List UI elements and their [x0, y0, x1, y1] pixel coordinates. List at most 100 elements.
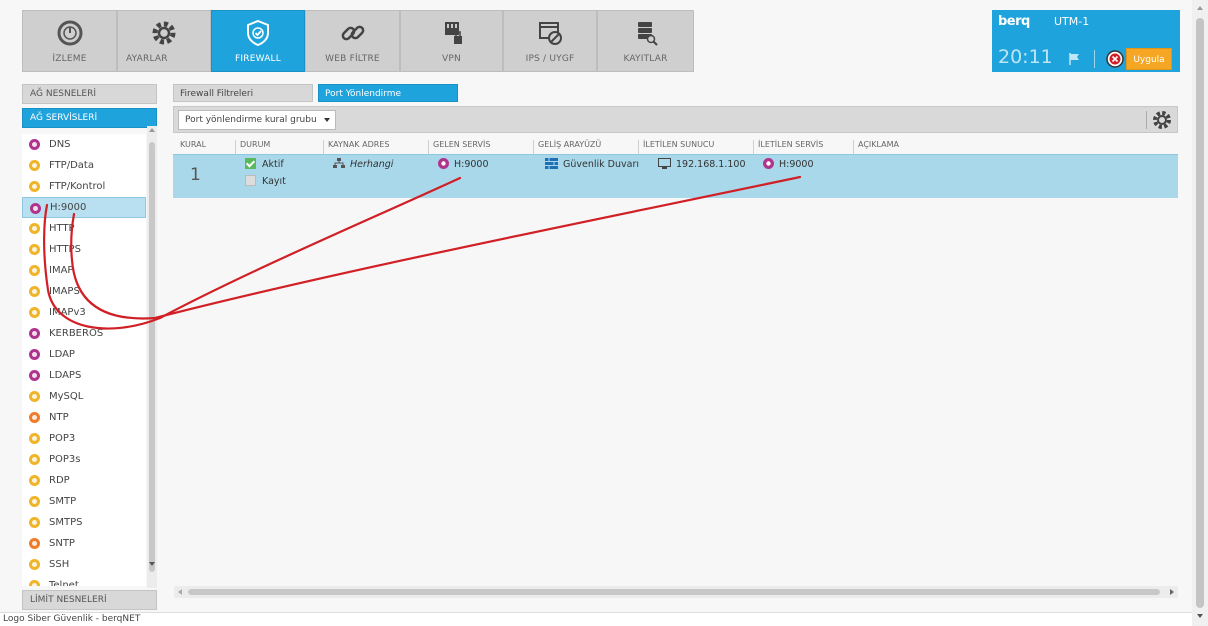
- nav-kayitlar[interactable]: KAYITLAR: [597, 10, 694, 72]
- device-panel: berq UTM-1 20:11 Uygula: [992, 10, 1180, 72]
- service-label: Telnet: [49, 580, 79, 586]
- list-item[interactable]: RDP: [22, 470, 146, 491]
- service-label: IMAP: [49, 265, 74, 276]
- tab-firewall-filters[interactable]: Firewall Filtreleri: [173, 84, 313, 102]
- scroll-down-icon[interactable]: [1197, 614, 1203, 618]
- scroll-thumb[interactable]: [1196, 18, 1204, 608]
- list-item[interactable]: HTTPS: [22, 239, 146, 260]
- col-source[interactable]: KAYNAK ADRES: [323, 140, 389, 154]
- scroll-up-icon[interactable]: [149, 128, 155, 132]
- list-item[interactable]: IMAPv3: [22, 302, 146, 323]
- list-item[interactable]: LDAPS: [22, 365, 146, 386]
- list-item[interactable]: NTP: [22, 407, 146, 428]
- service-icon: [29, 265, 40, 276]
- settings-gear-icon[interactable]: [1151, 109, 1173, 131]
- service-label: H:9000: [50, 202, 87, 213]
- list-item[interactable]: SSH: [22, 554, 146, 575]
- scroll-thumb[interactable]: [188, 589, 1160, 595]
- database-search-icon: [637, 22, 658, 46]
- nav-ips-uygf[interactable]: IPS / UYGF: [503, 10, 597, 72]
- list-item[interactable]: DNS: [22, 134, 146, 155]
- cancel-icon[interactable]: [1106, 50, 1124, 68]
- scroll-thumb[interactable]: [149, 142, 155, 572]
- scroll-right-icon[interactable]: [1170, 589, 1174, 595]
- nav-label: IPS / UYGF: [525, 54, 575, 64]
- col-status[interactable]: DURUM: [235, 140, 270, 154]
- list-item[interactable]: H:9000: [22, 197, 146, 218]
- scroll-up-icon[interactable]: [1197, 6, 1203, 10]
- main-content: Firewall Filtreleri Port Yönlendirme Por…: [170, 84, 1182, 612]
- nav-label: KAYITLAR: [623, 54, 668, 64]
- gauge-icon: [57, 20, 82, 46]
- col-rule[interactable]: KURAL: [180, 140, 206, 149]
- brand-logo: berq: [998, 14, 1030, 29]
- service-icon: [29, 517, 40, 528]
- list-item[interactable]: IMAPS: [22, 281, 146, 302]
- list-item[interactable]: LDAP: [22, 344, 146, 365]
- service-icon: [29, 433, 40, 444]
- tab-port-forwarding[interactable]: Port Yönlendirme: [318, 84, 458, 102]
- device-name: UTM-1: [1054, 15, 1090, 28]
- incoming-service-value: H:9000: [454, 159, 489, 170]
- service-icon: [29, 475, 40, 486]
- rule-group-select[interactable]: Port yönlendirme kural grubu: [178, 110, 336, 130]
- list-item[interactable]: SMTPS: [22, 512, 146, 533]
- service-label: POP3: [49, 433, 76, 444]
- nav-label: AYARLAR: [126, 54, 168, 64]
- nav-vpn[interactable]: VPN: [400, 10, 503, 72]
- nav-izleme[interactable]: İZLEME: [22, 10, 117, 72]
- section-limit-objects[interactable]: LİMİT NESNELERİ: [22, 590, 157, 610]
- service-icon: [29, 244, 40, 255]
- list-item[interactable]: KERBEROS: [22, 323, 146, 344]
- list-item[interactable]: POP3: [22, 428, 146, 449]
- col-incoming-service[interactable]: GELEN SERVİS: [428, 140, 490, 154]
- page-scrollbar[interactable]: [1192, 0, 1208, 626]
- incoming-service-cell: H:9000: [438, 158, 489, 170]
- gear-icon: [152, 21, 176, 45]
- service-label: SMTPS: [49, 517, 83, 528]
- clock: 20:11: [998, 46, 1053, 68]
- col-forwarded-service[interactable]: İLETİLEN SERVİS: [753, 140, 823, 154]
- table-row[interactable]: 1 Aktif Kayıt Herhangi H:9000 Güvenlik D…: [173, 154, 1178, 198]
- list-item[interactable]: HTTP: [22, 218, 146, 239]
- nav-label: İZLEME: [52, 54, 87, 64]
- list-item[interactable]: FTP/Data: [22, 155, 146, 176]
- link-icon: [341, 25, 364, 41]
- status-bar: Logo Siber Güvenlik - berqNET: [0, 612, 1192, 626]
- chevron-down-icon: [324, 118, 330, 122]
- log-edit-icon[interactable]: [245, 175, 256, 186]
- col-server[interactable]: İLETİLEN SUNUCU: [638, 140, 714, 154]
- service-label: FTP/Kontrol: [49, 181, 106, 192]
- list-item[interactable]: Telnet: [22, 575, 146, 586]
- list-item[interactable]: MySQL: [22, 386, 146, 407]
- list-item[interactable]: IMAP: [22, 260, 146, 281]
- nav-firewall[interactable]: FIREWALL: [211, 10, 305, 72]
- horizontal-scrollbar[interactable]: [174, 586, 1178, 598]
- app-window: İZLEME AYARLAR FIREWALL WEB FİLTRE VPN I…: [0, 0, 1208, 626]
- service-list-scrollbar[interactable]: [147, 126, 157, 588]
- service-label: MySQL: [49, 391, 84, 402]
- col-description[interactable]: AÇIKLAMA: [853, 140, 899, 154]
- list-item[interactable]: SNTP: [22, 533, 146, 554]
- nav-ayarlar[interactable]: AYARLAR: [117, 10, 211, 72]
- list-item[interactable]: POP3s: [22, 449, 146, 470]
- nav-web-filtre[interactable]: WEB FİLTRE: [305, 10, 400, 72]
- window-block-icon: [539, 22, 562, 45]
- scroll-left-icon[interactable]: [178, 589, 182, 595]
- apply-button[interactable]: Uygula: [1126, 48, 1172, 70]
- service-icon: [29, 412, 40, 423]
- col-interface[interactable]: GELİŞ ARAYÜZÜ: [533, 140, 601, 154]
- list-item[interactable]: SMTP: [22, 491, 146, 512]
- service-label: IMAPS: [49, 286, 80, 297]
- section-network-objects[interactable]: AĞ NESNELERİ: [22, 84, 157, 104]
- checkbox-checked-icon[interactable]: [245, 158, 256, 169]
- list-item[interactable]: FTP/Kontrol: [22, 176, 146, 197]
- service-label: HTTP: [49, 223, 75, 234]
- service-icon: [29, 160, 40, 171]
- vpn-network-icon: [444, 22, 462, 44]
- section-network-services[interactable]: AĞ SERVİSLERİ: [22, 108, 157, 128]
- service-label: FTP/Data: [49, 160, 94, 171]
- flag-icon[interactable]: [1068, 52, 1082, 66]
- rule-group-select-value: Port yönlendirme kural grubu: [185, 115, 317, 125]
- scroll-down-icon[interactable]: [149, 562, 155, 566]
